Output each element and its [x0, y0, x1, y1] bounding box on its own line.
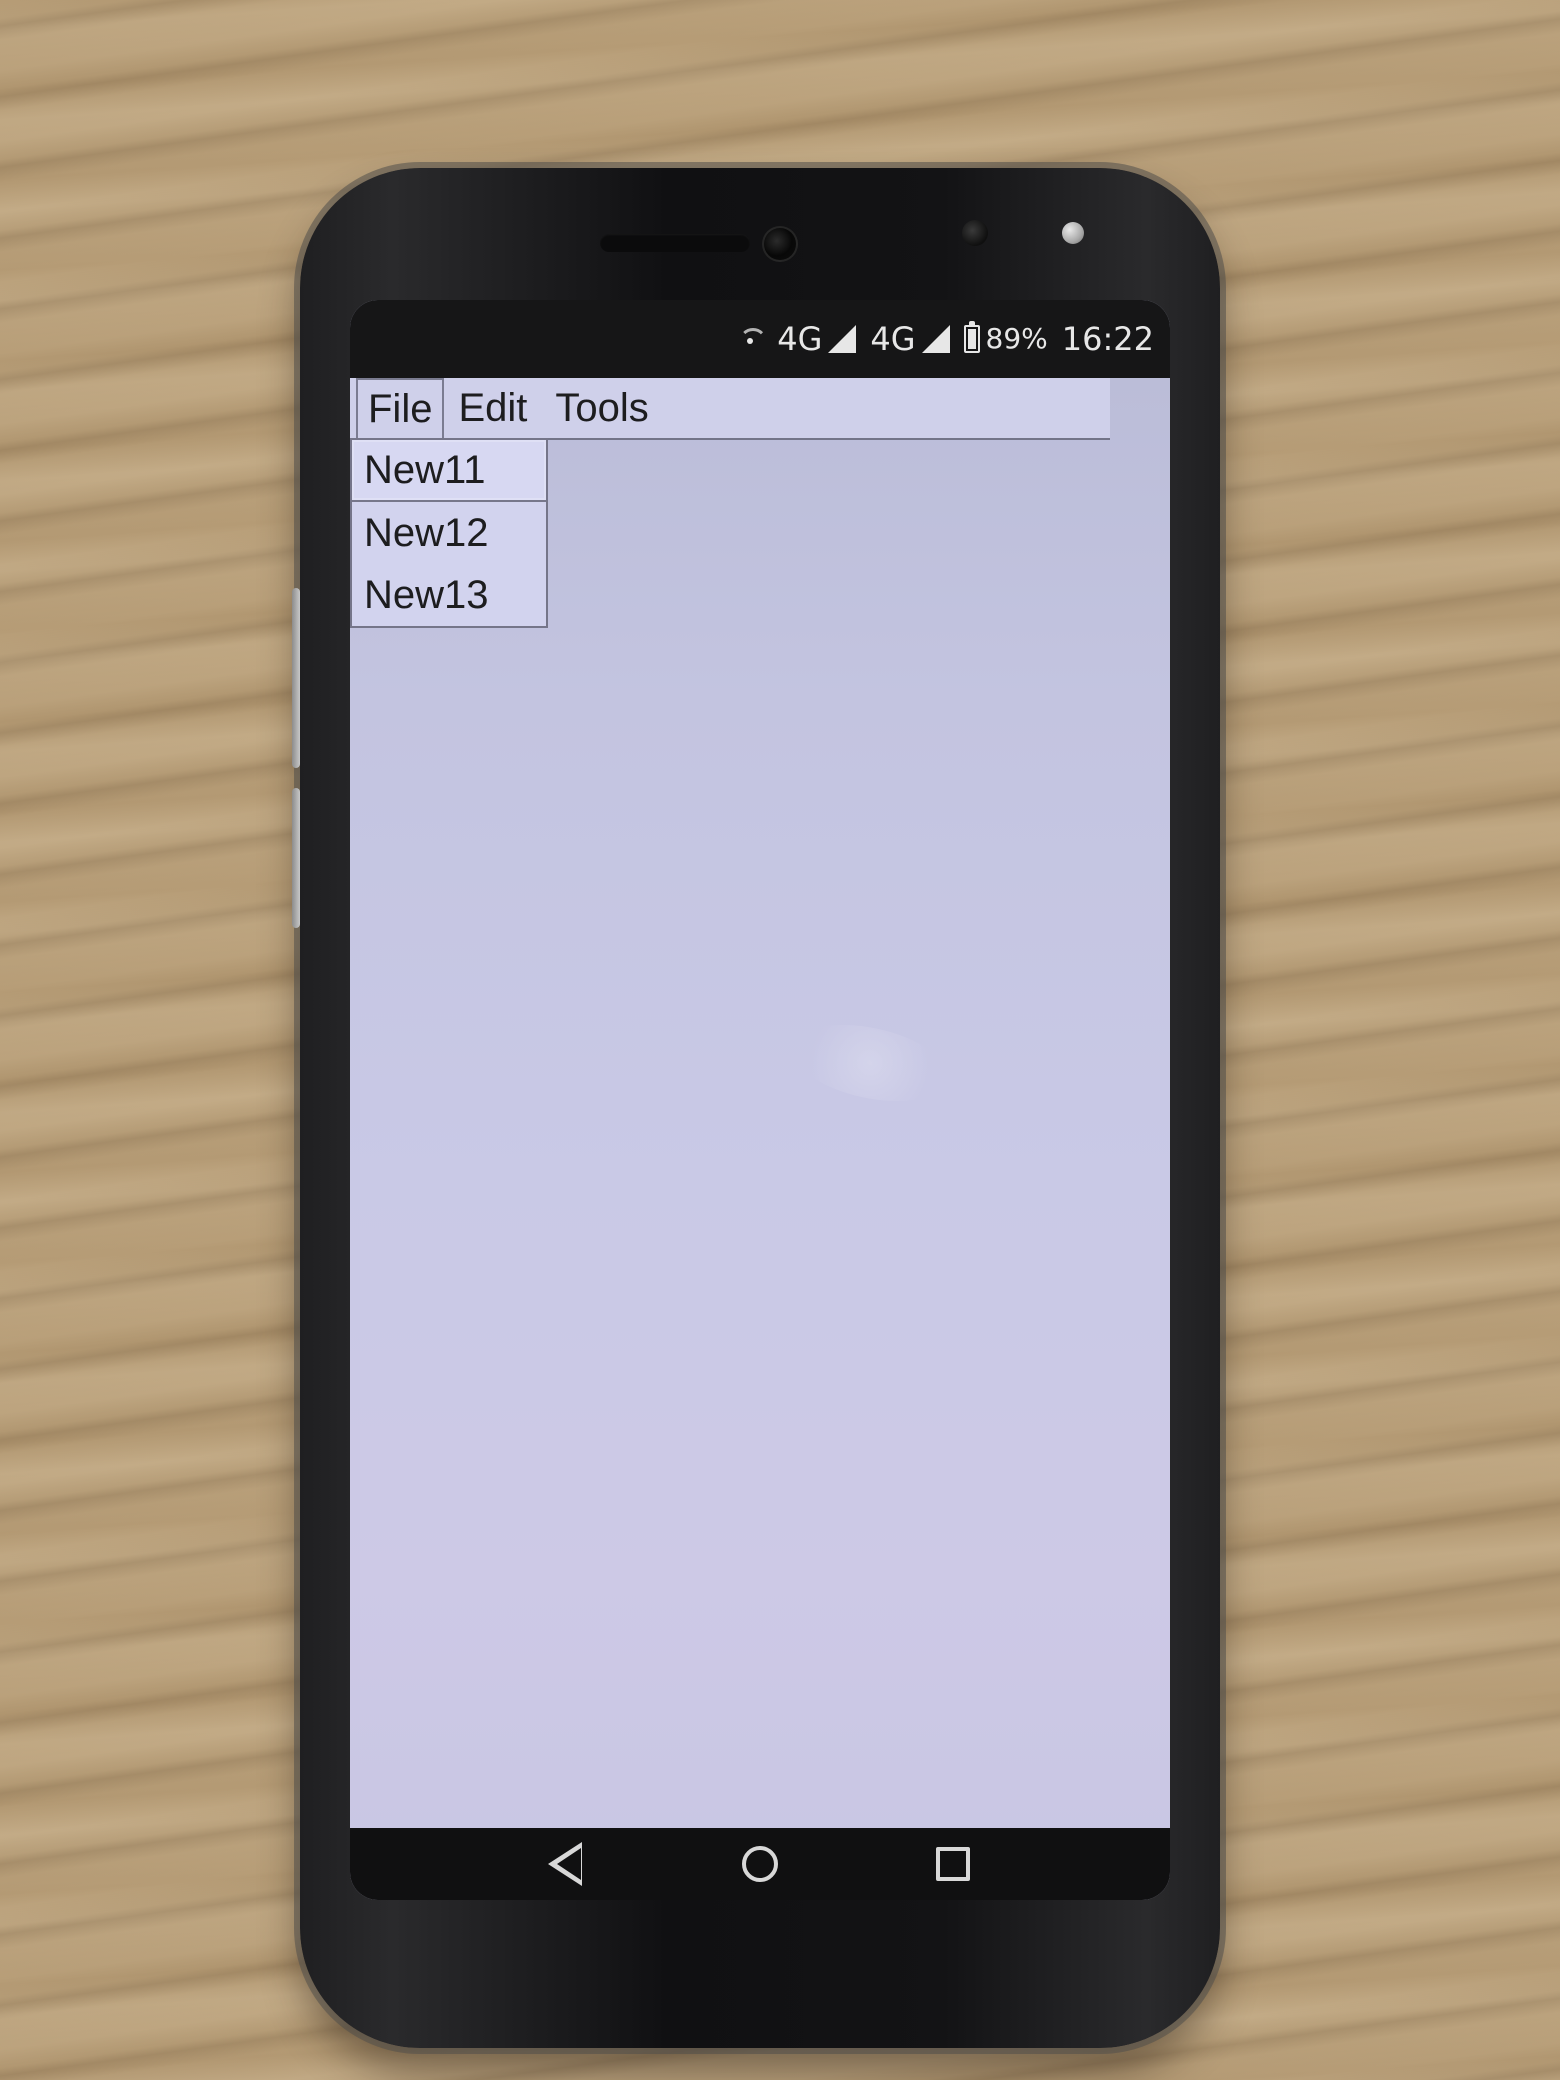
- app-content: [350, 440, 1170, 1828]
- status-network-1: 4G: [777, 320, 857, 358]
- status-battery: 89%: [963, 321, 1048, 355]
- status-network-2: 4G: [870, 320, 950, 358]
- signal-strength-icon: [828, 325, 857, 353]
- status-wifi: [737, 326, 763, 352]
- home-icon[interactable]: [728, 1832, 792, 1896]
- recent-apps-icon[interactable]: [921, 1832, 985, 1896]
- front-camera: [762, 226, 798, 262]
- status-bar: 4G 4G 89% 16:22: [350, 300, 1170, 378]
- status-time: 16:22: [1062, 323, 1154, 355]
- proximity-sensor: [962, 220, 988, 246]
- power-button: [292, 788, 300, 928]
- photo-background: 4G 4G 89% 16:22 File Edit Tools New11 Ne…: [0, 0, 1560, 2080]
- network-type-2: 4G: [870, 320, 916, 358]
- battery-icon: [963, 321, 980, 353]
- volume-button: [292, 588, 300, 768]
- phone: 4G 4G 89% 16:22 File Edit Tools New11 Ne…: [292, 168, 1220, 2048]
- app-area: File Edit Tools New11 New12 New13: [350, 378, 1170, 1828]
- menu-tools-label: Tools: [555, 386, 649, 430]
- menu-edit[interactable]: Edit: [444, 378, 541, 438]
- battery-percent: 89%: [985, 322, 1048, 355]
- earpiece-speaker: [600, 234, 750, 252]
- menu-file-label: File: [368, 387, 433, 431]
- wifi-icon: [737, 326, 763, 352]
- menu-file[interactable]: File: [356, 378, 445, 438]
- back-icon[interactable]: [535, 1832, 599, 1896]
- android-navigation-bar: [350, 1828, 1170, 1900]
- front-flash: [1062, 222, 1084, 244]
- menu-tools[interactable]: Tools: [541, 378, 662, 438]
- menu-bar: File Edit Tools: [350, 378, 1110, 440]
- phone-screen: 4G 4G 89% 16:22 File Edit Tools New11 Ne…: [350, 300, 1170, 1900]
- clock: 16:22: [1061, 320, 1154, 358]
- network-type-1: 4G: [777, 320, 823, 358]
- menu-edit-label: Edit: [458, 386, 528, 430]
- phone-top-bezel: [300, 168, 1220, 288]
- signal-strength-icon: [921, 325, 950, 353]
